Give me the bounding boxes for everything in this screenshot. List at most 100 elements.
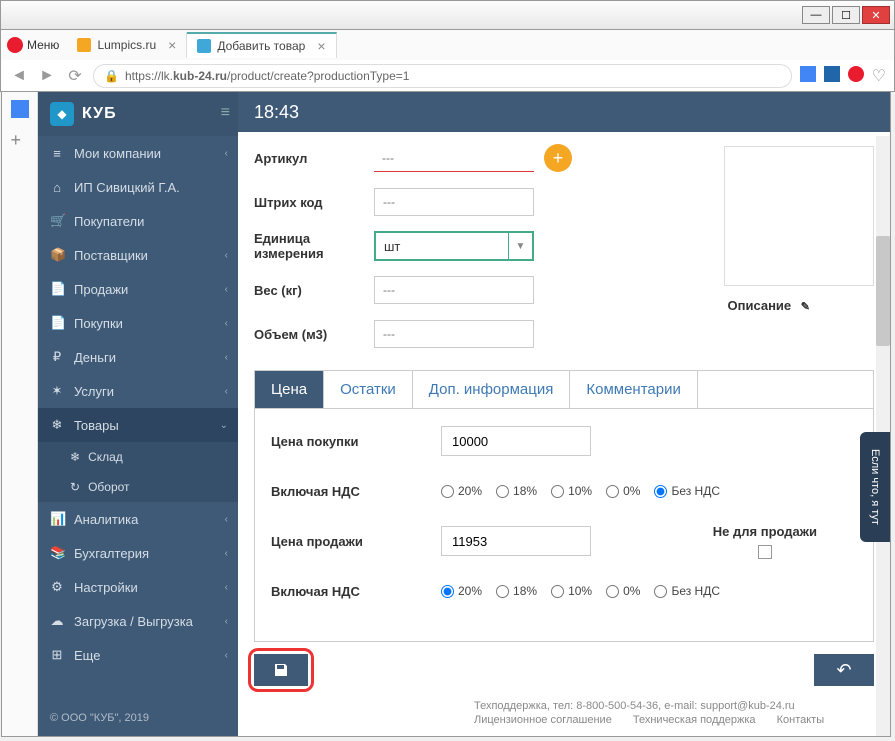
sidebar-item-sales[interactable]: 📄Продажи‹ <box>38 272 238 306</box>
buy-price-input[interactable] <box>441 426 591 456</box>
back-button[interactable]: ◄ <box>9 66 29 86</box>
star-icon: ✶ <box>50 383 64 399</box>
tab-additional[interactable]: Доп. информация <box>413 371 571 408</box>
sell-price-label: Цена продажи <box>271 534 441 549</box>
cloud-icon: ☁ <box>50 613 64 629</box>
vat-option[interactable]: 18% <box>496 484 537 498</box>
sell-price-input[interactable] <box>441 526 591 556</box>
lock-icon: 🔒 <box>104 69 119 83</box>
copyright-text: © ООО "КУБ", 2019 <box>38 700 238 736</box>
grid-icon: ⊞ <box>50 647 64 663</box>
vat-option[interactable]: Без НДС <box>654 484 720 498</box>
sidebar-item-settings[interactable]: ⚙Настройки‹ <box>38 570 238 604</box>
opera-logo-icon <box>7 37 23 53</box>
sidebar-item-accounting[interactable]: 📚Бухгалтерия‹ <box>38 536 238 570</box>
chevron-down-icon: ⌄ <box>220 420 228 431</box>
browser-tab-lumpics[interactable]: Lumpics.ru × <box>67 32 187 58</box>
save-button[interactable] <box>254 654 308 686</box>
sidebar-item-products[interactable]: ❄Товары⌄ <box>38 408 238 442</box>
bookmark-icon[interactable]: ♡ <box>872 66 886 86</box>
undo-icon: ↶ <box>836 660 851 681</box>
extension-icon[interactable] <box>824 66 840 82</box>
chart-icon: 📊 <box>50 511 64 527</box>
brand-text: КУБ <box>82 105 117 123</box>
tab-close-icon[interactable]: × <box>168 37 176 53</box>
weight-label: Вес (кг) <box>254 283 374 298</box>
extension-icons: ♡ <box>800 66 886 86</box>
footer-link-support[interactable]: Техническая поддержка <box>633 714 756 726</box>
undo-button[interactable]: ↶ <box>814 654 874 686</box>
sidebar-item-suppliers[interactable]: 📦Поставщики‹ <box>38 238 238 272</box>
vat-option[interactable]: 10% <box>551 484 592 498</box>
sidebar-item-companies[interactable]: ≡Мои компании‹ <box>38 136 238 170</box>
footer-link-license[interactable]: Лицензионное соглашение <box>474 714 612 726</box>
chevron-left-icon: ‹ <box>225 548 228 559</box>
speed-dial-icon[interactable] <box>11 100 29 118</box>
tab-comments[interactable]: Комментарии <box>570 371 697 408</box>
maximize-button[interactable]: ☐ <box>832 6 860 24</box>
browser-tab-add-product[interactable]: Добавить товар × <box>187 32 336 58</box>
sidebar-item-import-export[interactable]: ☁Загрузка / Выгрузка‹ <box>38 604 238 638</box>
vat-option[interactable]: 18% <box>496 584 537 598</box>
sidebar-item-money[interactable]: ₽Деньги‹ <box>38 340 238 374</box>
add-article-button[interactable]: + <box>544 144 572 172</box>
chevron-left-icon: ‹ <box>225 616 228 627</box>
chevron-left-icon: ‹ <box>225 318 228 329</box>
page-header: 18:43 <box>238 92 890 132</box>
books-icon: 📚 <box>50 545 64 561</box>
window-titlebar: — ☐ ✕ <box>0 0 895 30</box>
volume-input[interactable] <box>374 320 534 348</box>
vat-option[interactable]: 0% <box>606 484 640 498</box>
unit-label: Единица измерения <box>254 231 374 261</box>
url-input[interactable]: 🔒 https://lk.kub-24.ru/product/create?pr… <box>93 64 792 88</box>
sidebar-subitem-turnover[interactable]: ↻Оборот <box>38 472 238 502</box>
not-for-sale-label: Не для продажи <box>713 524 817 559</box>
product-image-placeholder[interactable] <box>724 146 874 286</box>
sidebar-item-services[interactable]: ✶Услуги‹ <box>38 374 238 408</box>
save-icon <box>273 662 289 678</box>
sidebar-item-more[interactable]: ⊞Еще‹ <box>38 638 238 672</box>
browser-sidebar: + <box>2 92 38 736</box>
forward-button[interactable]: ► <box>37 66 57 86</box>
vat-option[interactable]: 10% <box>551 584 592 598</box>
sidebar-subitem-warehouse[interactable]: ❄Склад <box>38 442 238 472</box>
footer-link-contacts[interactable]: Контакты <box>777 714 825 726</box>
logo-row: ◆ КУБ ≡ <box>38 92 238 136</box>
close-button[interactable]: ✕ <box>862 6 890 24</box>
tab-price[interactable]: Цена <box>255 371 324 408</box>
article-input[interactable] <box>374 144 534 172</box>
menu-label: Меню <box>27 38 59 52</box>
sidebar-toggle-icon[interactable]: ≡ <box>221 104 230 122</box>
vat-option[interactable]: 0% <box>606 584 640 598</box>
volume-label: Объем (м3) <box>254 327 374 342</box>
feedback-tab[interactable]: Если что, я тут <box>860 432 890 542</box>
vat-sell-radio-group: 20% 18% 10% 0% Без НДС <box>441 584 720 598</box>
tab-stock[interactable]: Остатки <box>324 371 413 408</box>
list-icon: ≡ <box>50 146 64 161</box>
barcode-input[interactable] <box>374 188 534 216</box>
tab-close-icon[interactable]: × <box>317 38 325 54</box>
barcode-label: Штрих код <box>254 195 374 210</box>
sidebar-item-purchases[interactable]: 📄Покупки‹ <box>38 306 238 340</box>
vat-option[interactable]: Без НДС <box>654 584 720 598</box>
reload-button[interactable]: ⟳ <box>65 66 85 86</box>
not-for-sale-checkbox[interactable] <box>758 545 772 559</box>
minimize-button[interactable]: — <box>802 6 830 24</box>
price-tab-content: Цена покупки Включая НДС 20% 18% 10% 0% … <box>254 409 874 642</box>
chevron-left-icon: ‹ <box>225 250 228 261</box>
vat-option[interactable]: 20% <box>441 584 482 598</box>
sidebar-item-analytics[interactable]: 📊Аналитика‹ <box>38 502 238 536</box>
extension-icon[interactable] <box>800 66 816 82</box>
sidebar-item-ip[interactable]: ⌂ИП Сивицкий Г.А. <box>38 170 238 204</box>
extension-icon[interactable] <box>848 66 864 82</box>
browser-menu-button[interactable]: Меню <box>7 37 59 53</box>
vat-option[interactable]: 20% <box>441 484 482 498</box>
pencil-icon[interactable]: ✎ <box>801 301 810 313</box>
weight-input[interactable] <box>374 276 534 304</box>
unit-select[interactable]: шт ▼ <box>374 231 534 261</box>
header-time: 18:43 <box>254 102 299 123</box>
sidebar-item-customers[interactable]: 🛒Покупатели <box>38 204 238 238</box>
scroll-thumb[interactable] <box>876 236 890 346</box>
snowflake-icon: ❄ <box>50 417 64 433</box>
add-sidebar-icon[interactable]: + <box>11 130 29 148</box>
